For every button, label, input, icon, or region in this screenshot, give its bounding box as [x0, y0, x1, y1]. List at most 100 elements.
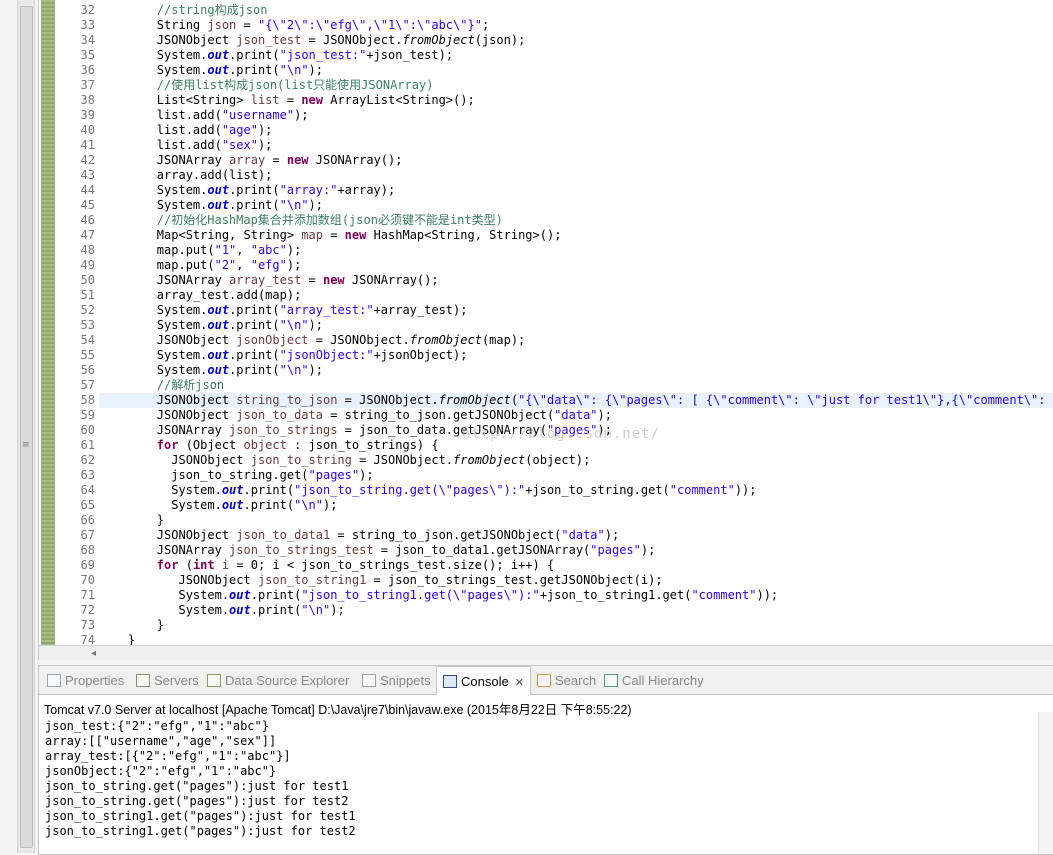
code-line[interactable]: System.out.print("\n"); — [99, 603, 1053, 618]
code-token: list — [250, 93, 280, 107]
code-line[interactable]: System.out.print("json_test:"+json_test)… — [99, 48, 1053, 63]
code-token: = — [301, 273, 323, 287]
code-line[interactable]: Map<String, String> map = new HashMap<St… — [99, 228, 1053, 243]
code-line[interactable]: System.out.print("array:"+array); — [99, 183, 1053, 198]
code-line[interactable]: System.out.print("json_to_string.get(\"p… — [99, 483, 1053, 498]
code-token: System. — [99, 183, 208, 197]
console-output[interactable]: json_test:{"2":"efg","1":"abc"} array:[["… — [39, 717, 1053, 839]
code-token: = 0; i < json_to_strings_test.size(); i+… — [229, 558, 555, 572]
code-line[interactable]: System.out.print("\n"); — [99, 63, 1053, 78]
code-token: JSONArray — [99, 153, 230, 167]
code-token: out — [221, 498, 244, 512]
code-line[interactable]: } — [99, 618, 1053, 633]
code-line[interactable]: //初始化HashMap集合并添加数组(json必须键不能是int类型) — [99, 213, 1053, 228]
code-token: JSONObject — [99, 333, 237, 347]
code-line[interactable]: list.add("username"); — [99, 108, 1053, 123]
editor-horizontal-scrollbar[interactable]: ◂ — [39, 645, 1053, 660]
code-line[interactable]: JSONObject string_to_json = JSONObject.f… — [99, 393, 1053, 408]
tab-search[interactable]: Search — [537, 666, 596, 694]
code-line[interactable]: json_to_string.get("pages"); — [99, 468, 1053, 483]
outer-vertical-scrollbar[interactable]: ≡ — [17, 0, 35, 853]
code-line[interactable]: System.out.print("\n"); — [99, 318, 1053, 333]
code-token: ); — [323, 498, 338, 512]
line-number: 43 — [80, 168, 95, 182]
line-number: 59 — [80, 408, 95, 422]
code-line[interactable]: System.out.print("\n"); — [99, 198, 1053, 213]
code-token: String — [99, 18, 208, 32]
code-line[interactable]: JSONObject json_to_string1 = json_to_str… — [99, 573, 1053, 588]
code-line[interactable]: List<String> list = new ArrayList<String… — [99, 93, 1053, 108]
line-number: 34 — [80, 33, 95, 47]
code-token: = — [236, 18, 258, 32]
code-editor[interactable]: 32 33 34 35 36 37 38 39 40 41 42 43 44 45 46 47 48 49 50 51… — [38, 0, 1053, 660]
code-token: JSONObject — [99, 408, 237, 422]
code-token: = — [265, 153, 287, 167]
code-line[interactable]: array.add(list); — [99, 168, 1053, 183]
code-line[interactable]: JSONObject json_to_data1 = string_to_jso… — [99, 528, 1053, 543]
code-token: "jsonObject:" — [279, 348, 374, 362]
code-line[interactable]: JSONArray array = new JSONArray(); — [99, 153, 1053, 168]
code-line[interactable]: array_test.add(map); — [99, 288, 1053, 303]
code-token: "json_to_string.get(\"pages\"):" — [294, 483, 526, 497]
code-token: = json_to_strings_test.getJSONObject(i); — [366, 573, 663, 587]
code-token: = JSONObject. — [351, 453, 454, 467]
code-line[interactable]: JSONArray json_to_strings_test = json_to… — [99, 543, 1053, 558]
code-line[interactable]: JSONObject json_test = JSONObject.fromOb… — [99, 33, 1053, 48]
tab-snippets[interactable]: Snippets — [362, 666, 431, 694]
scrollbar-thumb[interactable] — [20, 6, 33, 848]
code-token: "\n" — [279, 318, 309, 332]
code-token: ); — [308, 318, 323, 332]
tab-label: Call Hierarchy — [622, 673, 704, 688]
line-number: 51 — [80, 288, 95, 302]
code-token: "json_test:" — [279, 48, 367, 62]
tab-console[interactable]: Console ✕ — [436, 666, 531, 695]
code-token: array_test — [229, 273, 302, 287]
scroll-left-icon[interactable]: ◂ — [91, 646, 96, 660]
code-token: "1" — [214, 243, 237, 257]
code-token: map — [301, 228, 323, 242]
code-line[interactable]: System.out.print("\n"); — [99, 363, 1053, 378]
code-token: array — [229, 153, 266, 167]
code-line[interactable]: list.add("sex"); — [99, 138, 1053, 153]
code-token: fromObject — [402, 33, 475, 47]
tab-label: Search — [555, 673, 597, 688]
code-line[interactable]: for (int i = 0; i < json_to_strings_test… — [99, 558, 1053, 573]
code-line[interactable]: map.put("1", "abc"); — [99, 243, 1053, 258]
code-line[interactable]: JSONObject jsonObject = JSONObject.fromO… — [99, 333, 1053, 348]
code-line[interactable]: JSONObject json_to_string = JSONObject.f… — [99, 453, 1053, 468]
tab-call-hierarchy[interactable]: Call Hierarchy — [604, 666, 704, 694]
code-line[interactable]: System.out.print("jsonObject:"+jsonObjec… — [99, 348, 1053, 363]
code-line[interactable]: //使用list构成json(list只能使用JSONArray) — [99, 78, 1053, 93]
code-token: "{\"2\":\"efg\",\"1\":\"abc\"}" — [257, 18, 482, 32]
code-line[interactable]: //string构成json — [99, 3, 1053, 18]
console-vertical-scrollbar[interactable] — [1038, 712, 1053, 854]
console-line: json_to_string.get("pages"):just for tes… — [45, 779, 349, 793]
code-token: )); — [734, 483, 757, 497]
tab-properties[interactable]: Properties — [47, 666, 124, 694]
code-line[interactable]: System.out.print("\n"); — [99, 498, 1053, 513]
tab-data-source-explorer[interactable]: Data Source Explorer — [207, 666, 349, 694]
code-line[interactable]: System.out.print("array_test:"+array_tes… — [99, 303, 1053, 318]
code-line[interactable]: //解析json — [99, 378, 1053, 393]
code-line[interactable]: list.add("age"); — [99, 123, 1053, 138]
code-token: ( — [510, 393, 519, 407]
code-token: +json_to_string.get( — [525, 483, 670, 497]
code-line[interactable]: String json = "{\"2\":\"efg\",\"1\":\"ab… — [99, 18, 1053, 33]
watermark: http://blog.csdn.net/ — [462, 426, 661, 442]
code-token: )); — [756, 588, 779, 602]
close-icon[interactable]: ✕ — [515, 677, 524, 689]
tab-servers[interactable]: Servers — [136, 666, 199, 694]
code-line[interactable]: map.put("2", "efg"); — [99, 258, 1053, 273]
line-number: 66 — [80, 513, 95, 527]
code-line[interactable]: System.out.print("json_to_string1.get(\"… — [99, 588, 1053, 603]
line-number: 35 — [80, 48, 95, 62]
code-line[interactable]: JSONObject json_to_data = string_to_json… — [99, 408, 1053, 423]
code-token: +jsonObject); — [373, 348, 468, 362]
code-line[interactable]: JSONArray array_test = new JSONArray(); — [99, 273, 1053, 288]
code-area[interactable]: //string构成json String json = "{\"2\":\"e… — [99, 0, 1053, 648]
code-token: new — [344, 228, 367, 242]
code-line[interactable]: } — [99, 513, 1053, 528]
code-token: "\n" — [279, 198, 309, 212]
